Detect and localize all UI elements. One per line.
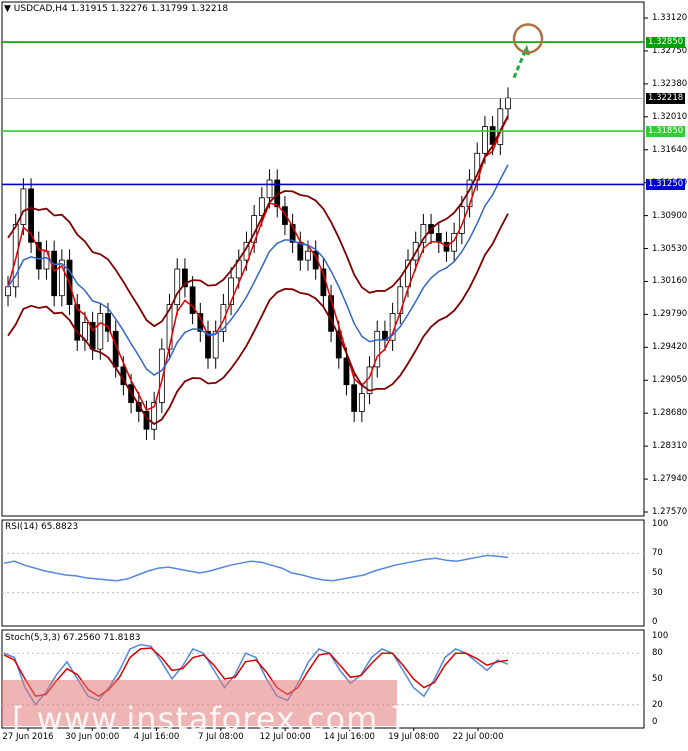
price-y-tick-label: 1.28680 (652, 408, 688, 419)
candle-body (351, 384, 358, 412)
price-y-tick-label: 1.32010 (652, 111, 688, 122)
price-y-tick-label: 1.28310 (652, 441, 688, 452)
candle-body (51, 250, 58, 297)
rsi-y-tick-label: 0 (652, 617, 658, 627)
level-price-tag: 1.32850 (646, 36, 686, 48)
candle-body (174, 268, 181, 306)
x-tick-label: 30 Jun 00:00 (65, 732, 120, 742)
x-tick-label: 14 Jul 16:00 (323, 732, 375, 742)
price-y-tick-label: 1.30160 (652, 276, 688, 287)
stoch-title: Stoch(5,3,3) 67.2560 71.8183 (5, 633, 141, 643)
stoch-y-tick-label: 0 (652, 717, 658, 727)
price-y-tick-label: 1.27570 (652, 507, 688, 517)
level-price-tag: 1.31250 (646, 178, 686, 190)
candle-body (297, 241, 304, 261)
stoch-y-tick-label: 80 (652, 648, 663, 659)
chart-title: ▼ USDCAD,H4 1.31915 1.32276 1.31799 1.32… (4, 4, 228, 15)
candle-body (505, 97, 511, 110)
price-y-tick-label: 1.30900 (652, 210, 688, 221)
x-tick-label: 7 Jul 08:00 (198, 732, 244, 742)
candle-body (358, 393, 365, 412)
x-tick-label: 19 Jul 08:00 (388, 732, 440, 742)
rsi-title: RSI(14) 65.8823 (5, 522, 79, 532)
collapse-triangle-icon[interactable]: ▼ (4, 4, 11, 14)
rsi-panel-frame (1, 519, 645, 627)
x-tick-label: 27 Jun 2016 (2, 732, 54, 742)
x-tick-label: 12 Jul 00:00 (259, 732, 311, 742)
current-price-tag: 1.32218 (646, 92, 686, 104)
symbol-ohlc-label: USDCAD,H4 1.31915 1.32276 1.31799 1.3221… (13, 4, 229, 14)
rsi-y-tick-label: 50 (652, 568, 663, 578)
stoch-y-tick-label: 20 (652, 699, 663, 710)
price-y-tick-label: 1.32380 (652, 78, 688, 89)
price-y-tick-label: 1.29420 (652, 342, 688, 353)
candle-body (343, 357, 350, 386)
candle-body (212, 330, 219, 359)
stoch-y-tick-label: 100 (652, 631, 669, 641)
candle-body (5, 286, 11, 297)
candle-body (20, 188, 27, 225)
candle-body (97, 313, 104, 350)
rsi-y-tick-label: 100 (652, 519, 669, 529)
candle-body (435, 233, 442, 243)
candle-body (305, 250, 311, 261)
price-y-tick-label: 1.33120 (652, 13, 688, 23)
chart-stage: [ www.instaforex.com ] ▼ USDCAD,H4 1.319… (0, 0, 688, 748)
rsi-y-tick-label: 30 (652, 587, 663, 598)
stoch-y-tick-label: 50 (652, 674, 663, 684)
x-tick-label: 4 Jul 16:00 (133, 732, 180, 742)
price-y-tick-label: 1.29790 (652, 309, 688, 320)
price-y-tick-label: 1.31640 (652, 144, 688, 155)
price-y-tick-label: 1.29050 (652, 375, 688, 386)
candle-body (397, 286, 404, 314)
level-price-tag: 1.31850 (646, 125, 686, 137)
x-tick-label: 22 Jul 00:00 (452, 732, 504, 742)
price-y-tick-label: 1.30530 (652, 243, 688, 254)
candle-body (105, 313, 111, 332)
price-y-tick-label: 1.27940 (652, 474, 688, 485)
candle-body (266, 179, 273, 199)
rsi-y-tick-label: 70 (652, 548, 663, 559)
